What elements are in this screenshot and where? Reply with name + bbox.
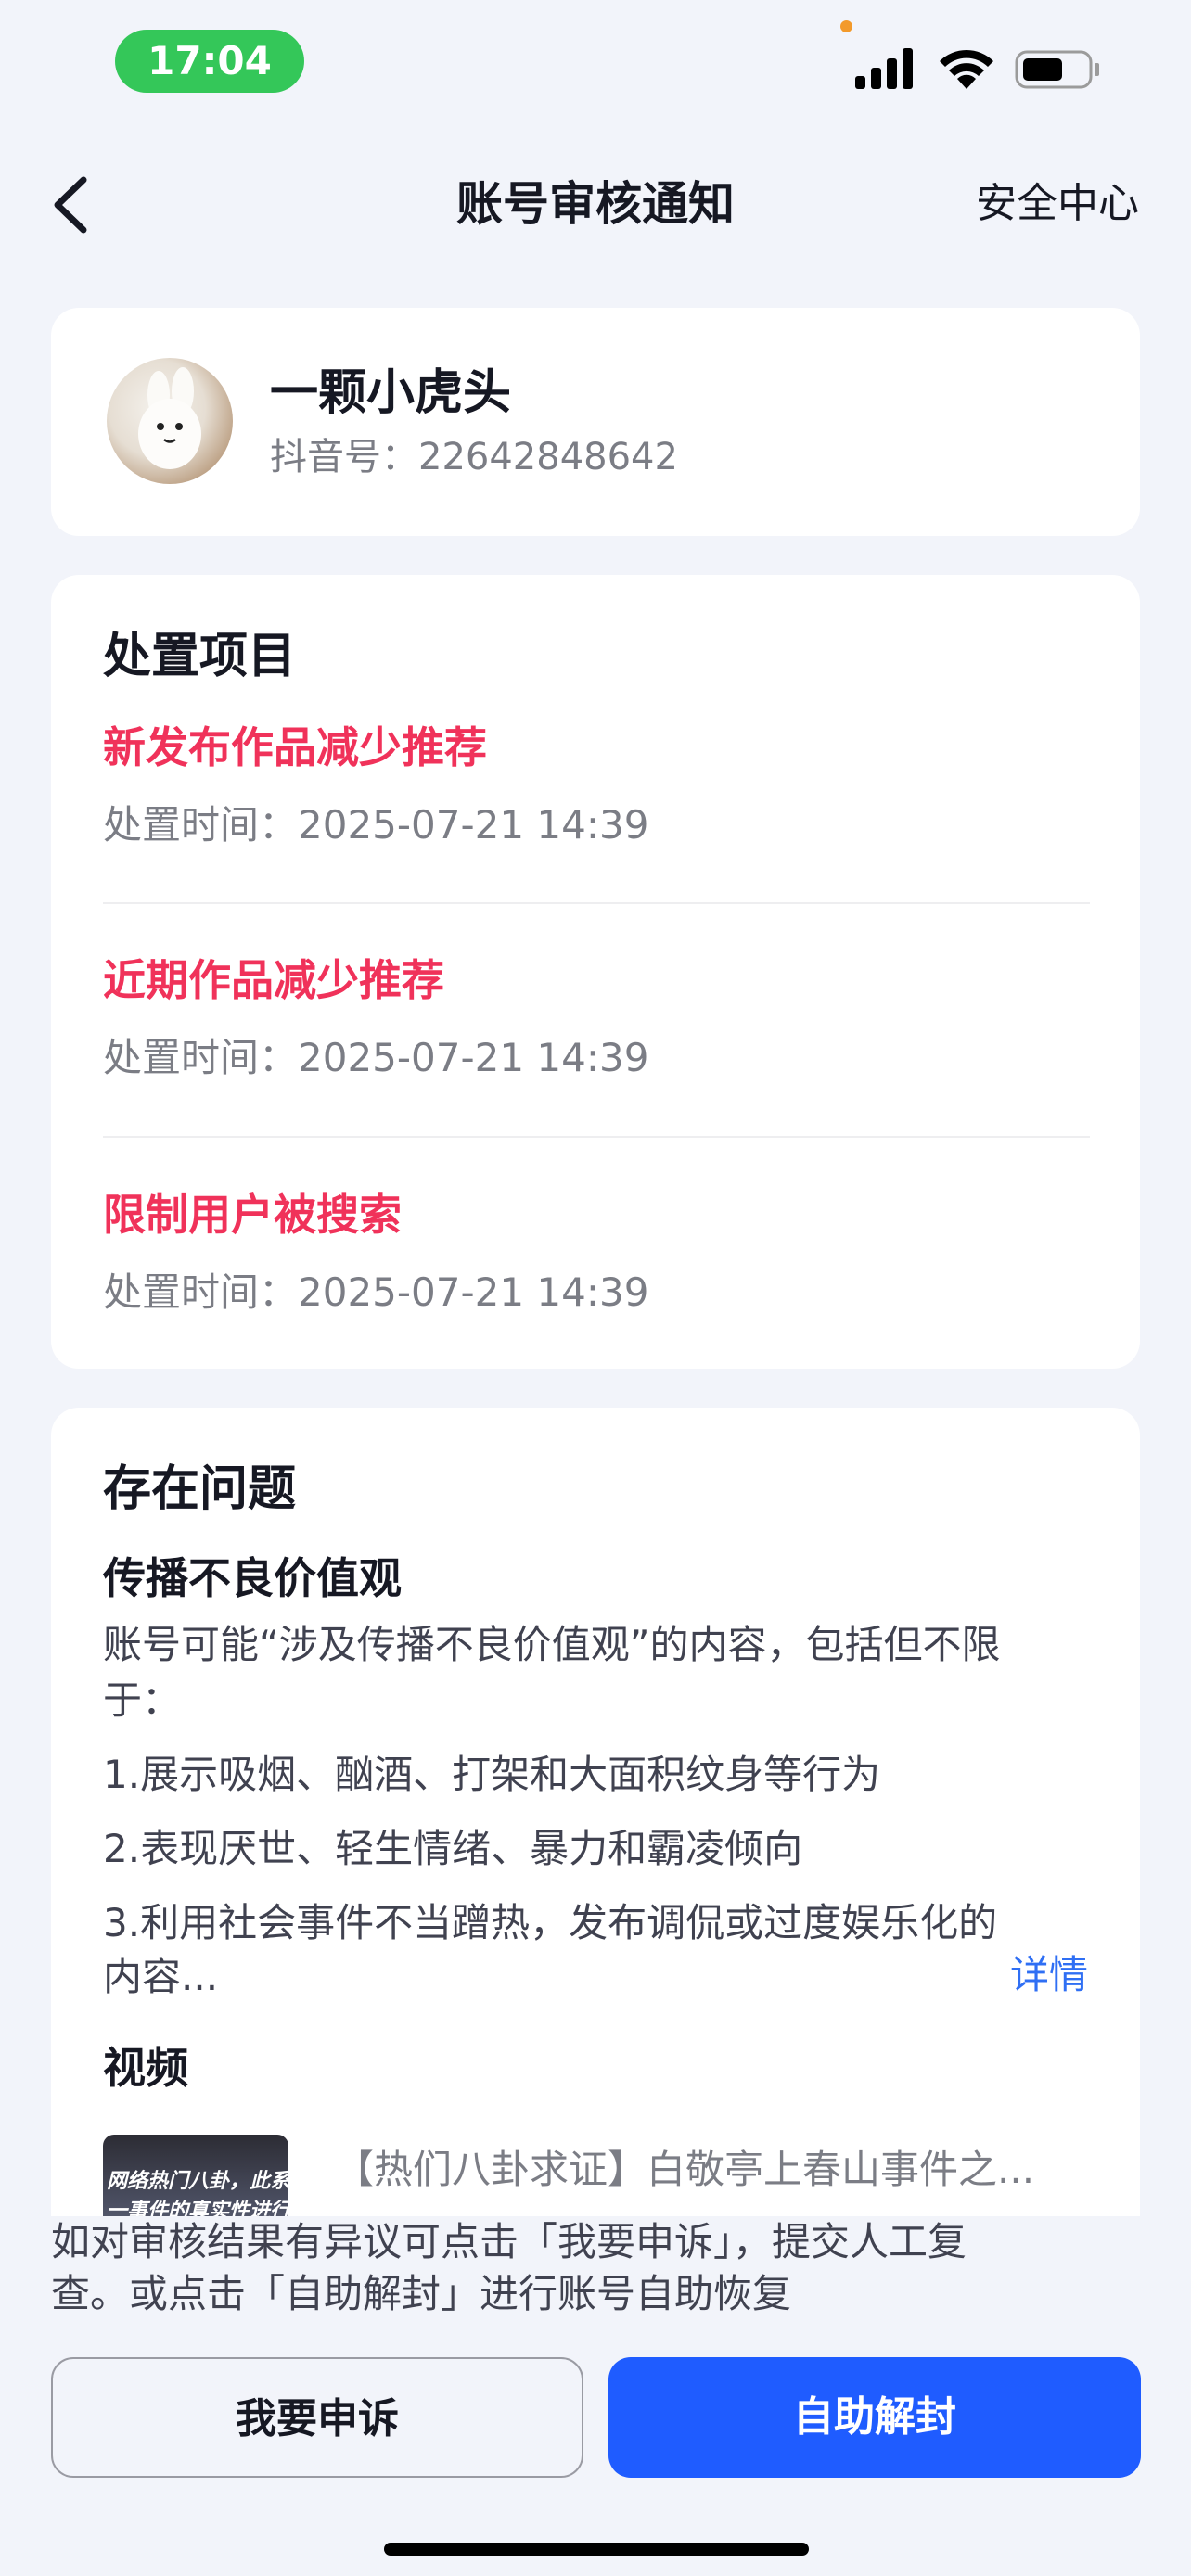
avatar [107, 358, 233, 484]
bottom-action-bar: 如对审核结果有异议可点击「我要申诉」，提交人工复 查。或点击「自助解封」进行账号… [0, 2216, 1191, 2576]
appeal-notice-line: 如对审核结果有异议可点击「我要申诉」，提交人工复 [51, 2219, 967, 2264]
action-time: 处置时间：2025-07-21 14:39 [103, 1269, 649, 1315]
douyin-id: 抖音号：22642848642 [270, 436, 678, 478]
actions-title: 处置项目 [103, 629, 297, 684]
detail-link[interactable]: 详情 [1010, 1947, 1088, 2003]
security-center-link[interactable]: 安全中心 [976, 174, 1139, 234]
action-item: 新发布作品减少推荐 处置时间：2025-07-21 14:39 [103, 718, 1090, 853]
battery-icon [1015, 50, 1099, 89]
issue-intro: 账号可能“涉及传播不良价值观”的内容，包括但不限 [103, 1622, 1001, 1667]
appeal-button[interactable]: 我要申诉 [51, 2357, 583, 2478]
video-title[interactable]: 【热们八卦求证】白敬亭上春山事件之... [335, 2142, 1138, 2198]
profile-name: 一颗小虎头 [270, 365, 512, 421]
actions-card: 处置项目 新发布作品减少推荐 处置时间：2025-07-21 14:39 近期作… [51, 575, 1140, 1369]
wifi-icon [940, 49, 993, 89]
divider [103, 902, 1090, 904]
issue-point-3: 3.利用社会事件不当蹭热，发布调侃或过度娱乐化的 [103, 1900, 998, 1945]
action-label: 新发布作品减少推荐 [103, 722, 487, 772]
issue-point-2: 2.表现厌世、轻生情绪、暴力和霸凌倾向 [103, 1826, 803, 1871]
self-unblock-button[interactable]: 自助解封 [608, 2357, 1141, 2478]
avatar-image [138, 367, 201, 469]
action-item: 近期作品减少推荐 处置时间：2025-07-21 14:39 [103, 950, 1090, 1086]
thumb-text: 网络热门八卦，此系 [107, 2170, 288, 2193]
status-time: 17:04 [115, 30, 304, 93]
home-indicator [384, 2543, 809, 2556]
action-time: 处置时间：2025-07-21 14:39 [103, 1035, 649, 1080]
action-time: 处置时间：2025-07-21 14:39 [103, 802, 649, 848]
signal-icon [855, 48, 913, 89]
nav-bar: 账号审核通知 安全中心 [0, 148, 1191, 250]
issue-heading: 传播不良价值观 [103, 1553, 402, 1603]
action-item: 限制用户被搜索 处置时间：2025-07-21 14:39 [103, 1185, 1090, 1320]
issue-point-1: 1.展示吸烟、酗酒、打架和大面积纹身等行为 [103, 1752, 881, 1797]
issue-intro-cont: 于： [103, 1677, 182, 1723]
status-bar: 17:04 [0, 0, 1191, 121]
profile-card: 一颗小虎头 抖音号：22642848642 [51, 308, 1140, 536]
action-label: 近期作品减少推荐 [103, 955, 444, 1005]
appeal-notice-line: 查。或点击「自助解封」进行账号自助恢复 [51, 2271, 792, 2316]
divider [103, 1136, 1090, 1138]
appeal-notice: 如对审核结果有异议可点击「我要申诉」，提交人工复 查。或点击「自助解封」进行账号… [51, 2216, 1126, 2320]
action-label: 限制用户被搜索 [103, 1190, 402, 1240]
privacy-indicator-dot [840, 20, 852, 32]
issues-title: 存在问题 [103, 1461, 297, 1517]
issue-point-3-cont: 内容... [103, 1954, 219, 1999]
video-heading: 视频 [103, 2043, 188, 2093]
issues-card: 存在问题 传播不良价值观 账号可能“涉及传播不良价值观”的内容，包括但不限 于：… [51, 1408, 1140, 2242]
